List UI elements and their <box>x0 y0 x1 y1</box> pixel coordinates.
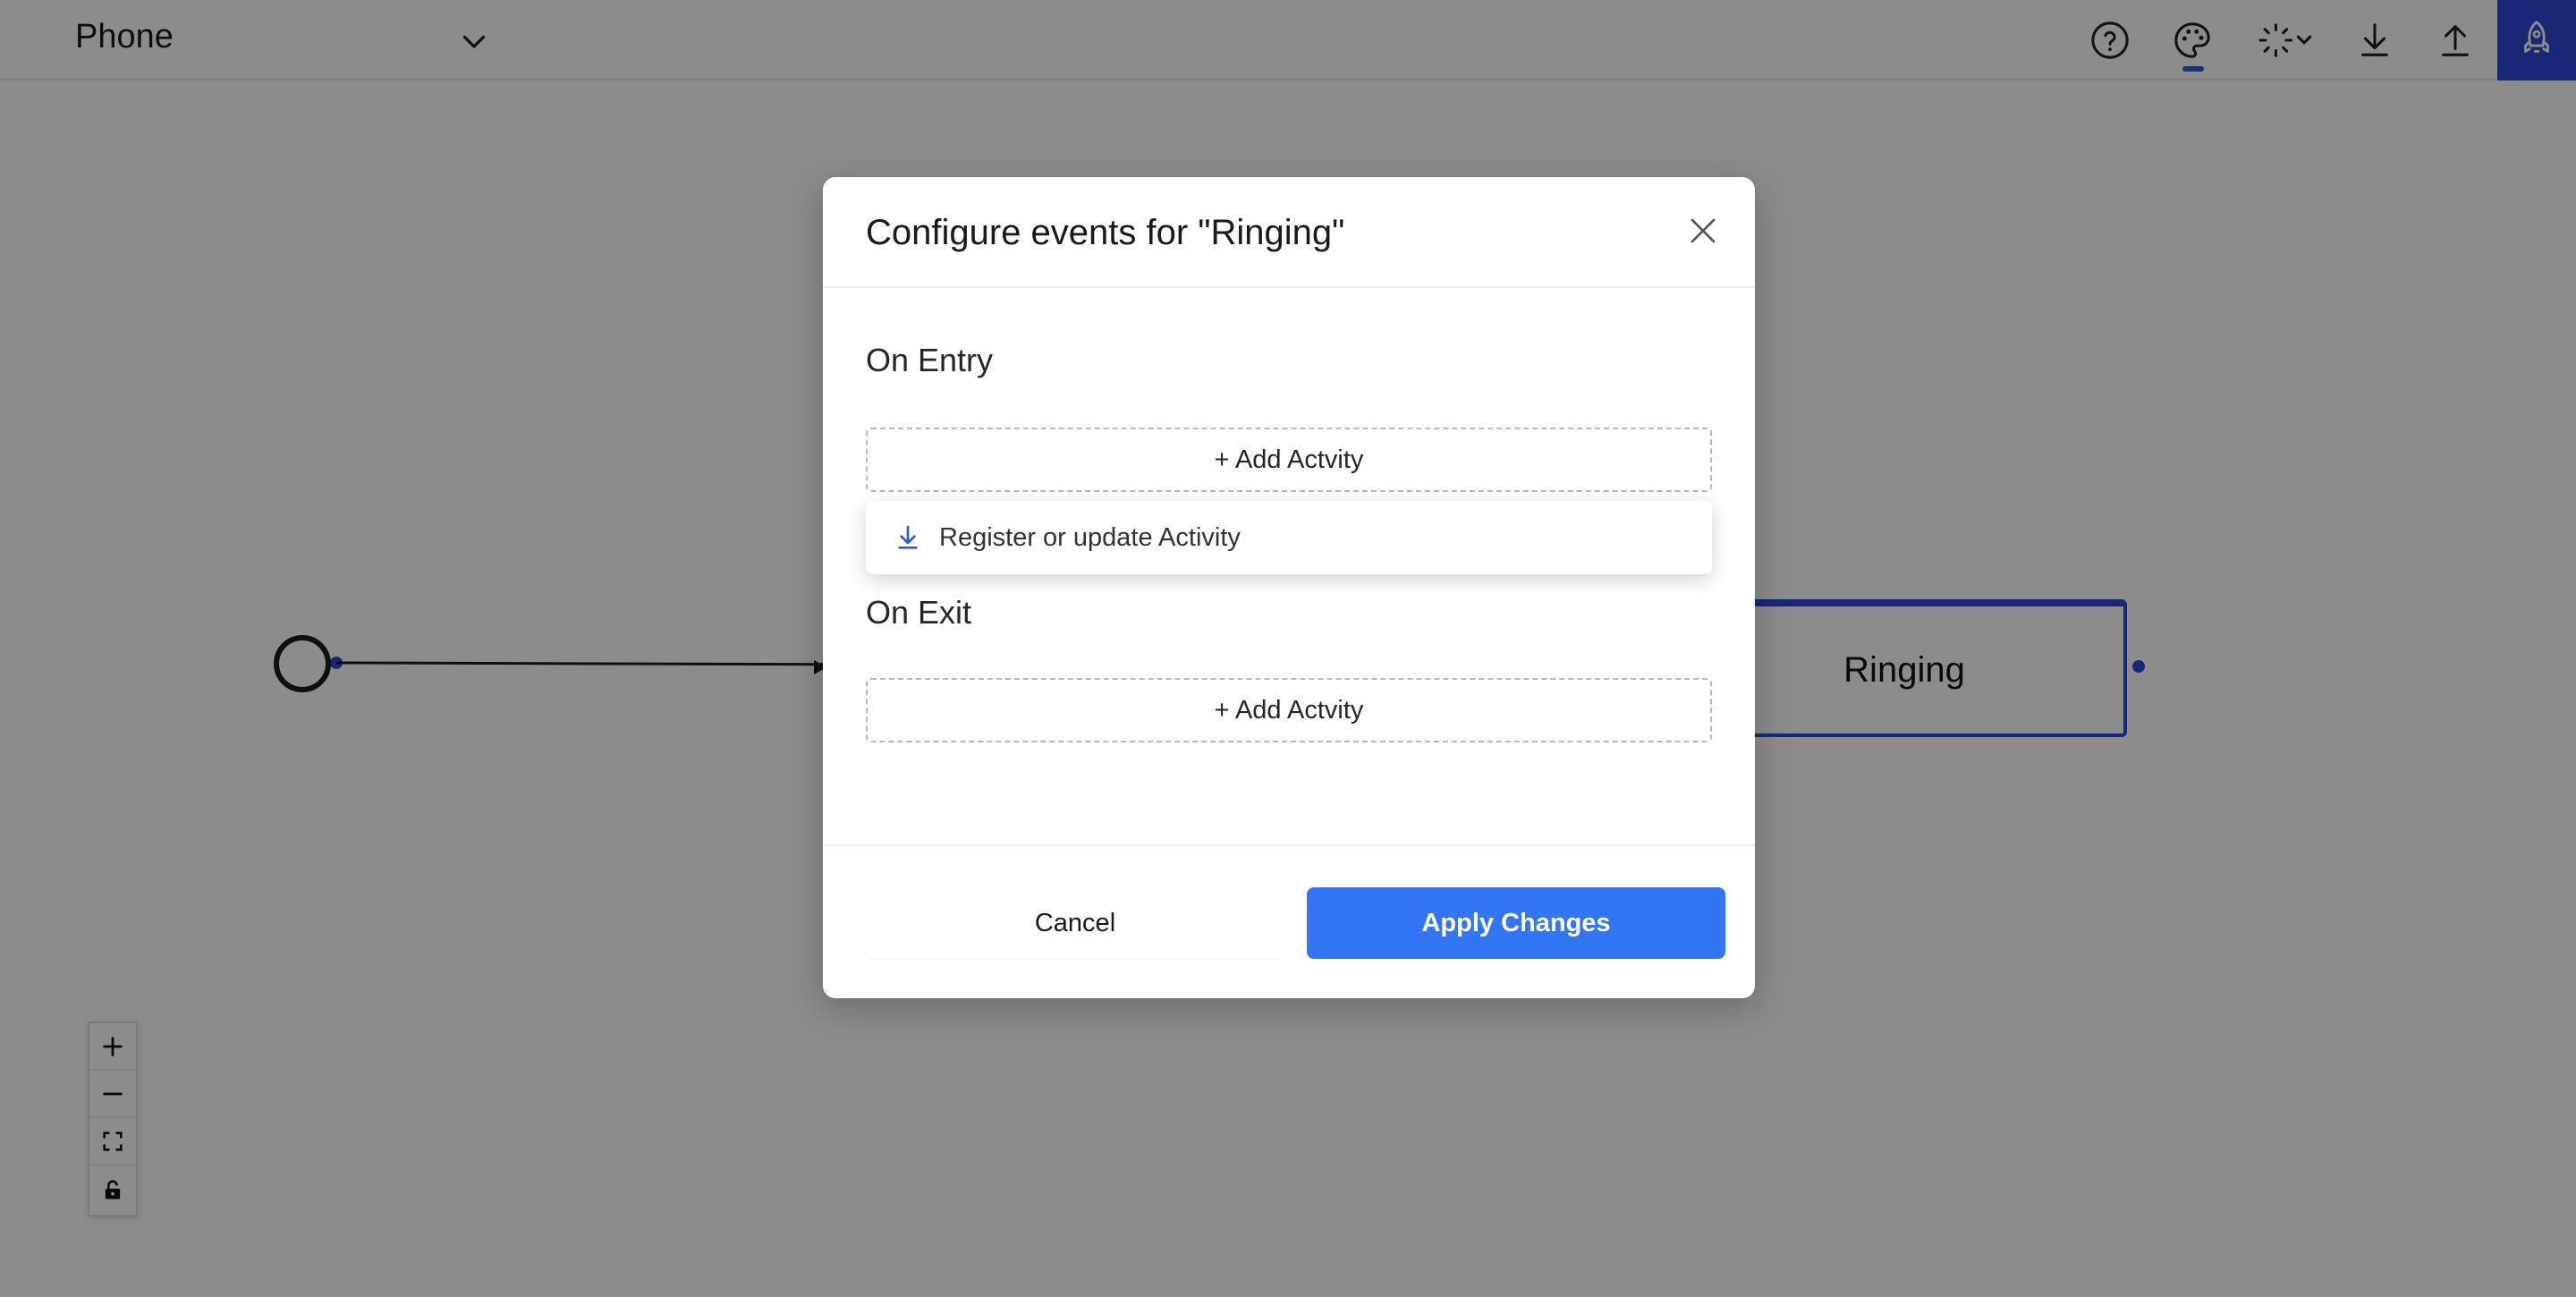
dialog-footer: Cancel Apply Changes <box>823 844 1755 998</box>
download-icon <box>893 522 923 553</box>
on-exit-title: On Exit <box>866 594 972 631</box>
apply-changes-button[interactable]: Apply Changes <box>1307 887 1725 959</box>
register-activity-menu-item[interactable]: Register or update Activity <box>939 523 1241 553</box>
dialog-header: Configure events for "Ringing" <box>823 177 1755 288</box>
configure-events-dialog: Configure events for "Ringing" On Entry … <box>823 177 1755 998</box>
cancel-button[interactable]: Cancel <box>866 887 1284 959</box>
on-exit-add-activity-button[interactable]: + Add Actvity <box>866 678 1712 742</box>
close-icon[interactable] <box>1683 211 1723 250</box>
dialog-title: Configure events for "Ringing" <box>866 213 1345 252</box>
on-entry-add-activity-button[interactable]: + Add Actvity <box>866 428 1712 492</box>
activity-dropdown-menu: Register or update Activity <box>866 501 1712 574</box>
on-entry-title: On Entry <box>866 342 994 378</box>
